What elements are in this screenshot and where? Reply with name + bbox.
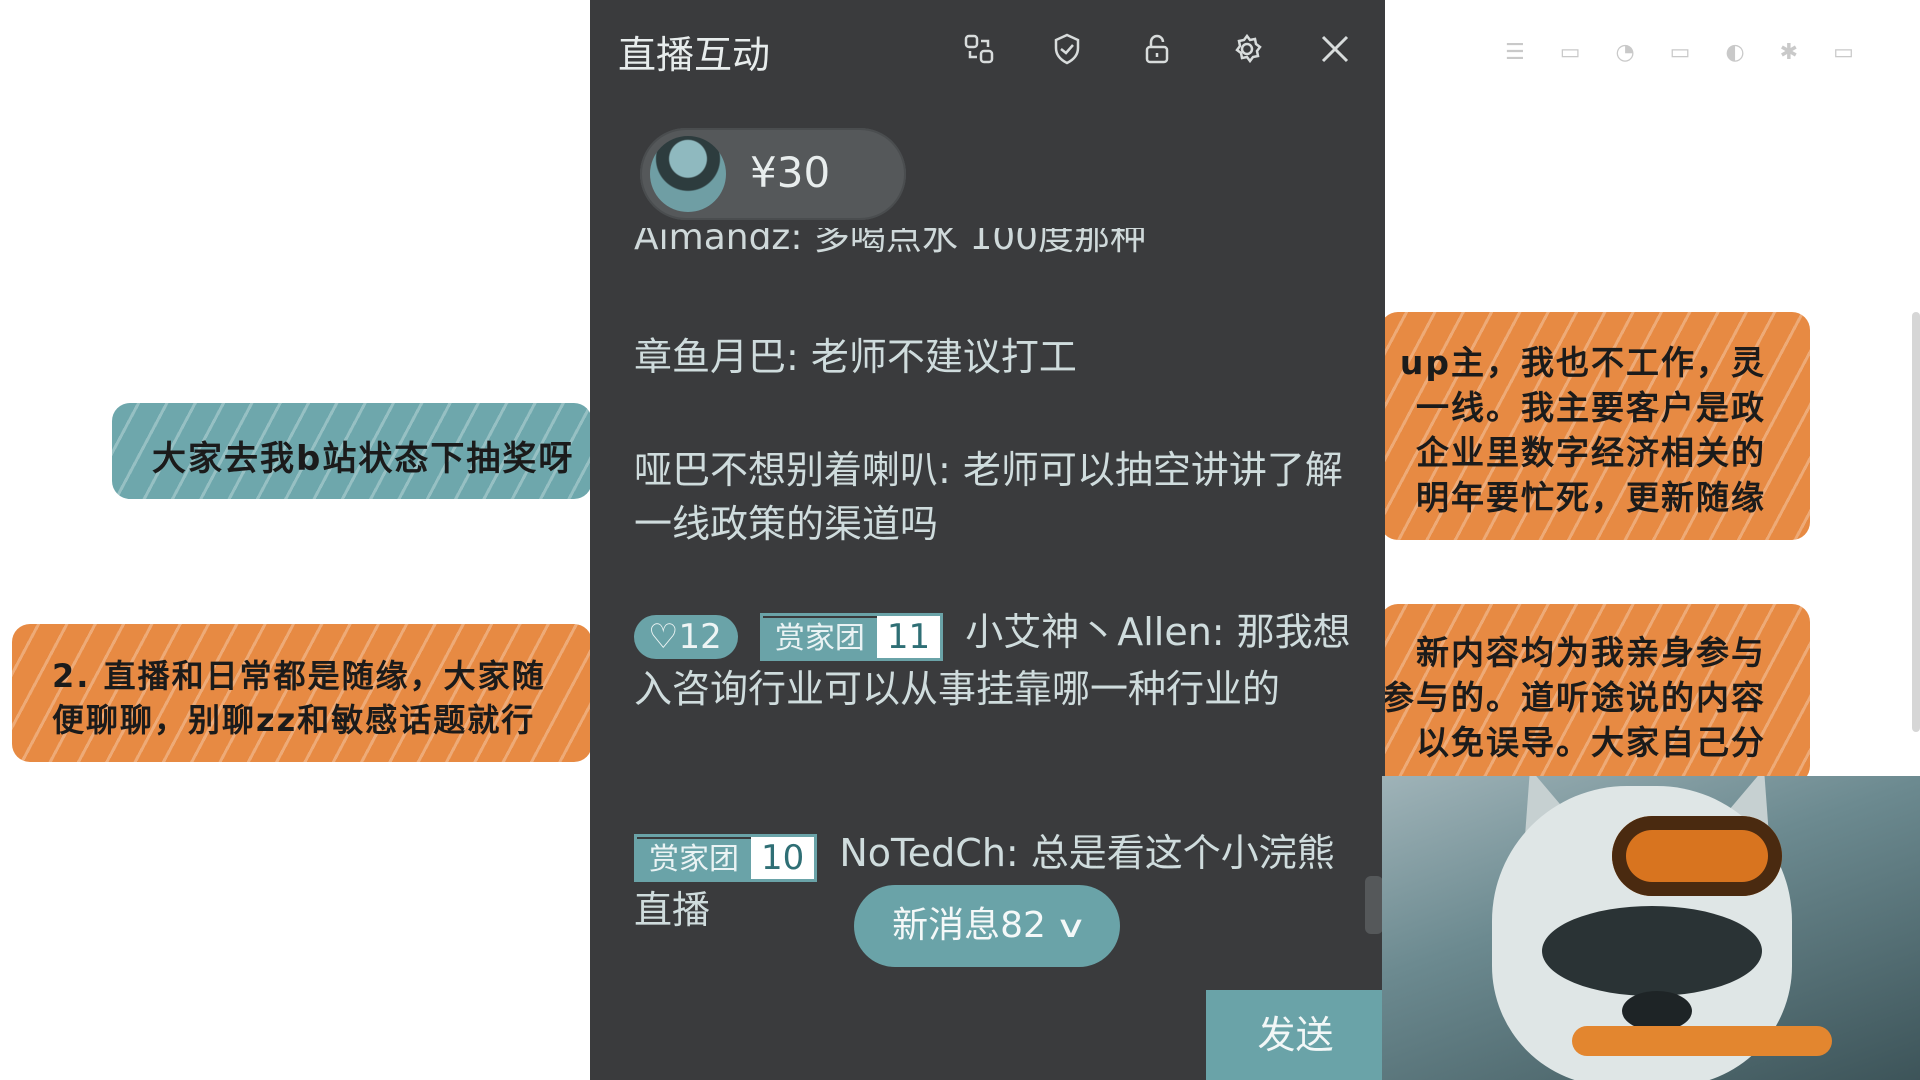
background-toolbar: ☰ ▭ ◔ ▭ ◐ ✱ ▭ — [1505, 40, 1868, 65]
lottery-note: 大家去我b站状态下抽奖呀 — [112, 403, 592, 499]
content-note-line: 新内容均为我亲身参与 — [1416, 633, 1766, 672]
fox-nose — [1622, 991, 1692, 1031]
chat-message: 章鱼月巴: 老师不建议打工 — [634, 330, 1354, 384]
casual-chat-note: 2. 直播和日常都是随缘，大家随 便聊聊，别聊zz和敏感话题就行 — [12, 624, 592, 762]
guild-level: 10 — [751, 836, 815, 879]
shield-icon[interactable] — [1050, 32, 1084, 66]
guild-name: 赏家团 — [637, 838, 751, 881]
panel-title: 直播互动 — [618, 33, 771, 77]
lottery-note-text: 大家去我b站状态下抽奖呀 — [152, 439, 575, 479]
lock-icon[interactable] — [1140, 32, 1174, 66]
collar — [1572, 1026, 1832, 1056]
intro-note-line: 一线。我主要客户是政 — [1416, 388, 1766, 427]
fan-badge: ♡12 — [634, 608, 738, 662]
gifter-avatar — [650, 136, 726, 212]
live-interaction-panel: 直播互动 ¥30 Aimandz: 多喝点水 100度那种 章鱼月巴: 老师不建… — [590, 0, 1385, 1080]
gift-amount: ¥30 — [750, 148, 831, 197]
intro-note-line: 企业里数字经济相关的 — [1416, 433, 1766, 472]
content-note-line: 参与的。道听途说的内容 — [1381, 678, 1766, 717]
chat-message-text: 小艾神丶Allen: 那我想入咨询行业可以从事挂靠哪一种行业的 — [634, 610, 1351, 711]
guild-badge: 赏家团 10 — [634, 829, 818, 883]
partial-chat-message: Aimandz: 多喝点水 100度那种 — [634, 228, 1147, 258]
guild-badge-box: 赏家团 11 — [759, 612, 944, 661]
content-note: 新内容均为我亲身参与 参与的。道听途说的内容 以免误导。大家自己分 — [1380, 604, 1810, 784]
chat-message-text: 章鱼月巴: 老师不建议打工 — [634, 335, 1077, 379]
page-scrollbar[interactable] — [1912, 312, 1920, 732]
layout-icon[interactable] — [962, 32, 996, 66]
content-note-line: 以免误导。大家自己分 — [1416, 723, 1766, 762]
intro-note-line: 明年要忙死，更新随缘 — [1416, 478, 1766, 517]
chat-message: ♡12 赏家团 11 小艾神丶Allen: 那我想入咨询行业可以从事挂靠哪一种行业… — [634, 605, 1354, 716]
chat-message-text: 哑巴不想别着喇叭: 老师可以抽空讲讲了解一线政策的渠道吗 — [634, 448, 1343, 546]
chat-scroll-handle[interactable] — [1365, 876, 1383, 934]
guild-name: 赏家团 — [762, 617, 877, 660]
intro-note: up主，我也不工作，灵 一线。我主要客户是政 企业里数字经济相关的 明年要忙死，… — [1380, 312, 1810, 540]
send-button[interactable]: 发送 — [1206, 990, 1385, 1080]
new-messages-label: 新消息82 — [892, 905, 1046, 946]
guild-badge: 赏家团 11 — [759, 608, 944, 662]
gear-icon[interactable] — [1230, 32, 1264, 66]
guild-badge-box: 赏家团 10 — [634, 833, 818, 882]
fan-level: 12 — [678, 616, 722, 657]
casual-note-line: 2. 直播和日常都是随缘，大家随 — [52, 657, 546, 695]
webcam-overlay — [1382, 776, 1920, 1080]
chevron-down-icon: ∨ — [1054, 910, 1088, 945]
eye-mask — [1542, 906, 1762, 996]
casual-note-line: 便聊聊，别聊zz和敏感话题就行 — [52, 701, 536, 739]
heart-arrow-icon: ♡ — [648, 616, 679, 657]
intro-note-line: up主，我也不工作，灵 — [1399, 343, 1766, 382]
guild-level: 11 — [876, 615, 941, 658]
goggles — [1612, 816, 1782, 896]
close-icon[interactable] — [1318, 32, 1352, 66]
gift-pill[interactable]: ¥30 — [640, 128, 906, 220]
chat-message: 哑巴不想别着喇叭: 老师可以抽空讲讲了解一线政策的渠道吗 — [634, 443, 1354, 551]
new-messages-button[interactable]: 新消息82 ∨ — [854, 885, 1120, 967]
fan-badge-pill: ♡12 — [634, 614, 738, 659]
